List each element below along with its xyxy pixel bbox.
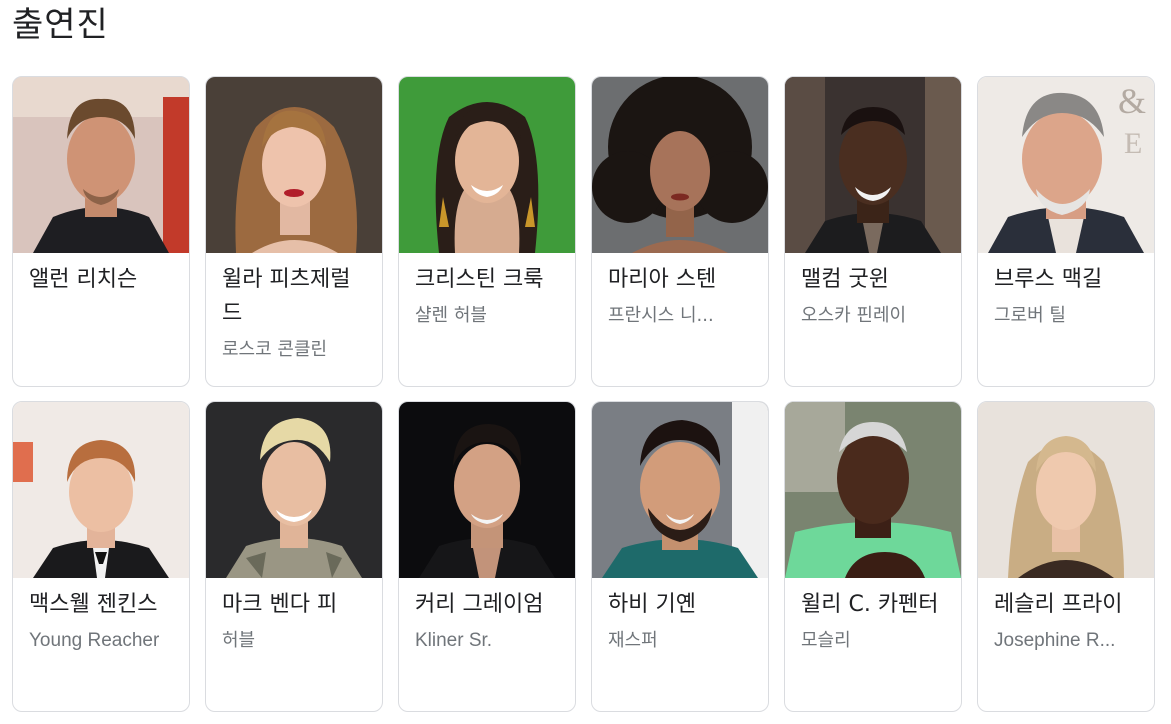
- cast-photo: [592, 402, 768, 578]
- cast-name: 마크 벤다 피: [222, 592, 338, 617]
- cast-card[interactable]: 앨런 리치슨: [12, 76, 190, 387]
- cast-card[interactable]: 하비 기옌 재스퍼: [591, 401, 769, 712]
- cast-photo: [13, 77, 189, 253]
- cast-role: 프란시스 니...: [608, 305, 714, 326]
- cast-role: 그로버 틸: [994, 305, 1066, 326]
- cast-photo: [592, 77, 768, 253]
- cast-name: 커리 그레이엄: [415, 592, 544, 617]
- cast-photo: [399, 77, 575, 253]
- cast-name: 앨런 리치슨: [29, 267, 138, 292]
- cast-card[interactable]: 맥스웰 젠킨스 Young Reacher: [12, 401, 190, 712]
- cast-role: 로스코 콘클린: [222, 339, 328, 360]
- cast-card[interactable]: 윌리 C. 카펜터 모슬리: [784, 401, 962, 712]
- cast-name: 윌라 피츠제럴드: [222, 267, 351, 326]
- cast-role: 허블: [222, 630, 256, 651]
- cast-card[interactable]: & E 브루스 맥길 그로버 틸: [977, 76, 1155, 387]
- cast-photo: [399, 402, 575, 578]
- cast-name: 맥스웰 젠킨스: [29, 592, 158, 617]
- cast-panel: 출연진 앨런 리치슨 윌라 피츠제럴드 로스코 콘클린 크리스틴 크룩 샬렌 허…: [0, 0, 1171, 724]
- cast-name: 윌리 C. 카펜터: [801, 592, 939, 617]
- cast-name: 레슬리 프라이: [994, 592, 1123, 617]
- cast-name: 크리스틴 크룩: [415, 267, 544, 292]
- cast-name: 마리아 스텐: [608, 267, 717, 292]
- cast-name: 맬컴 굿윈: [801, 267, 889, 292]
- cast-name: 브루스 맥길: [994, 267, 1103, 292]
- cast-grid: 앨런 리치슨 윌라 피츠제럴드 로스코 콘클린 크리스틴 크룩 샬렌 허블 마리…: [12, 76, 1155, 712]
- cast-photo: [785, 77, 961, 253]
- cast-photo: [978, 402, 1154, 578]
- cast-role: 모슬리: [801, 630, 851, 651]
- cast-card[interactable]: 크리스틴 크룩 샬렌 허블: [398, 76, 576, 387]
- cast-role: 샬렌 허블: [415, 305, 487, 326]
- cast-card[interactable]: 마리아 스텐 프란시스 니...: [591, 76, 769, 387]
- cast-role: 오스카 핀레이: [801, 305, 907, 326]
- cast-photo: [206, 77, 382, 253]
- cast-role: 재스퍼: [608, 630, 658, 651]
- svg-text:E: E: [1124, 127, 1142, 160]
- section-title: 출연진: [12, 5, 109, 45]
- cast-photo: [13, 402, 189, 578]
- cast-name: 하비 기옌: [608, 592, 696, 617]
- cast-photo: & E: [978, 77, 1154, 253]
- cast-role: Kliner Sr.: [415, 630, 493, 651]
- cast-card[interactable]: 마크 벤다 피 허블: [205, 401, 383, 712]
- cast-photo: [206, 402, 382, 578]
- cast-photo: [785, 402, 961, 578]
- svg-text:&: &: [1118, 81, 1146, 121]
- cast-card[interactable]: 맬컴 굿윈 오스카 핀레이: [784, 76, 962, 387]
- cast-card[interactable]: 윌라 피츠제럴드 로스코 콘클린: [205, 76, 383, 387]
- cast-card[interactable]: 레슬리 프라이 Josephine R...: [977, 401, 1155, 712]
- cast-role: Young Reacher: [29, 630, 160, 651]
- cast-card[interactable]: 커리 그레이엄 Kliner Sr.: [398, 401, 576, 712]
- cast-role: Josephine R...: [994, 630, 1116, 651]
